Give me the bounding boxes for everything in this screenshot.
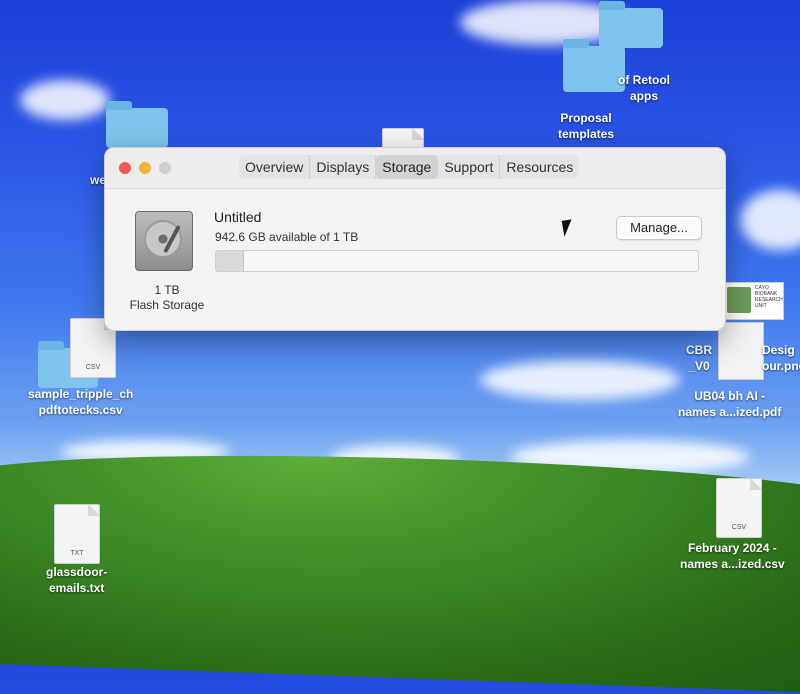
tab-displays[interactable]: Displays [310, 155, 377, 179]
desktop-icon-label[interactable]: UB04 bh AI - names a...ized.pdf [678, 388, 781, 420]
tab-overview[interactable]: Overview [239, 155, 311, 179]
minimize-button[interactable] [139, 162, 151, 174]
storage-usage-bar [215, 250, 699, 272]
desktop-icon-label[interactable]: Proposal templates [558, 110, 614, 142]
txt-file-icon[interactable]: TXT [54, 504, 100, 564]
tab-storage[interactable]: Storage [376, 155, 439, 179]
zoom-button[interactable] [159, 162, 171, 174]
desktop-icon-label[interactable]: CBR _V0 [686, 342, 712, 374]
title-bar[interactable]: Overview Displays Storage Support Resour… [105, 148, 725, 188]
disk-type: Flash Storage [129, 298, 205, 312]
cloud [480, 360, 680, 400]
storage-used-fill [216, 251, 245, 271]
pdf-thumbnail[interactable] [718, 322, 764, 380]
manage-button[interactable]: Manage... [616, 216, 702, 240]
hard-drive-icon [135, 211, 193, 271]
disk-size: 1 TB [154, 283, 180, 297]
file-ext: TXT [70, 550, 84, 557]
folder-icon[interactable] [599, 1, 663, 48]
tab-bar: Overview Displays Storage Support Resour… [239, 155, 580, 179]
file-ext: CSV [731, 524, 747, 531]
tab-support[interactable]: Support [438, 155, 501, 179]
folder-icon[interactable] [106, 101, 168, 148]
about-this-mac-window: Overview Displays Storage Support Resour… [104, 147, 726, 331]
storage-pane: 1 TB Flash Storage Untitled 942.6 GB ava… [105, 188, 725, 330]
desktop-icon-label[interactable]: February 2024 - names a...ized.csv [680, 540, 785, 572]
desktop-icon-label[interactable]: Desig our.png [762, 342, 800, 374]
desktop-icon-label[interactable]: of Retool apps [618, 72, 670, 104]
cloud [740, 190, 800, 250]
csv-file-icon[interactable]: CSV [716, 478, 762, 538]
file-ext: CSV [85, 364, 101, 371]
desktop-icon-label[interactable]: glassdoor- emails.txt [46, 564, 107, 596]
desktop-icon-label[interactable]: sample_tripple_ch pdftotecks.csv [28, 386, 133, 418]
thumbnail-image [727, 287, 751, 313]
close-button[interactable] [119, 162, 131, 174]
cloud [20, 80, 110, 120]
thumbnail-text: CAYO BIOBANK RESEARCH UNIT [755, 285, 783, 309]
tab-resources[interactable]: Resources [500, 155, 579, 179]
folder-icon[interactable] [563, 39, 625, 92]
volume-name: Untitled [214, 209, 262, 225]
image-thumbnail[interactable]: CAYO BIOBANK RESEARCH UNIT [720, 282, 784, 320]
volume-available: 942.6 GB available of 1 TB [215, 230, 359, 244]
